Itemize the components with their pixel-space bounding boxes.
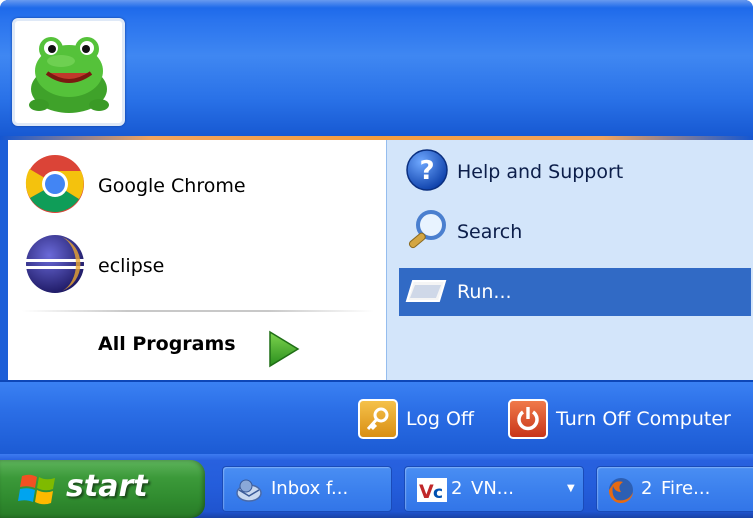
search-label: Search <box>457 221 523 243</box>
run-icon <box>405 273 449 311</box>
help-and-support-item[interactable]: ? Help and Support <box>399 148 751 196</box>
group-dropdown-icon[interactable]: ▼ <box>567 483 575 494</box>
firefox-icon <box>607 476 635 508</box>
taskbar-button-count: 2 <box>451 478 463 499</box>
start-menu: Google Chrome eclipse All Programs ? Hel… <box>0 0 753 454</box>
taskbar-button-firefox[interactable]: 2 Fire... <box>596 466 753 512</box>
key-icon <box>358 399 398 439</box>
user-avatar[interactable] <box>12 18 125 126</box>
start-button[interactable]: start <box>0 460 205 518</box>
eclipse-icon <box>24 233 86 299</box>
mail-icon <box>235 477 263 507</box>
chrome-icon <box>24 153 86 219</box>
pinned-programs-pane: Google Chrome eclipse All Programs <box>8 140 386 380</box>
run-item[interactable]: Run... <box>399 268 751 316</box>
svg-text:c: c <box>433 483 443 502</box>
taskbar-button-count: 2 <box>641 478 653 499</box>
start-label: start <box>66 469 148 504</box>
turn-off-computer-label: Turn Off Computer <box>556 408 731 430</box>
pinned-item-label: Google Chrome <box>98 175 246 197</box>
log-off-label: Log Off <box>406 408 475 430</box>
all-programs-label: All Programs <box>98 333 236 355</box>
taskbar-button-vnc[interactable]: V c 2 VN... ▼ <box>404 466 584 512</box>
places-pane: ? Help and Support Search Run... <box>386 140 753 380</box>
pinned-item-eclipse[interactable]: eclipse <box>8 230 386 302</box>
taskbar-button-label: Inbox f... <box>271 478 349 499</box>
windows-logo-icon <box>18 472 58 512</box>
all-programs-button[interactable]: All Programs <box>78 320 378 368</box>
help-icon: ? <box>405 148 449 196</box>
taskbar-button-inbox[interactable]: Inbox f... <box>222 466 392 512</box>
search-icon <box>405 207 451 257</box>
power-icon <box>508 399 548 439</box>
taskbar-button-label: Fire... <box>661 478 711 499</box>
programs-divider <box>22 310 374 312</box>
taskbar: start Inbox f... V c 2 VN... ▼ 2 Fire... <box>0 454 753 518</box>
pinned-item-chrome[interactable]: Google Chrome <box>8 150 386 222</box>
pinned-item-label: eclipse <box>98 255 165 277</box>
start-menu-footer: Log Off Turn Off Computer <box>0 380 753 454</box>
svg-text:V: V <box>419 481 434 502</box>
turn-off-computer-button[interactable]: Turn Off Computer <box>508 398 731 440</box>
arrow-right-icon <box>266 330 300 372</box>
run-label: Run... <box>457 281 512 303</box>
search-item[interactable]: Search <box>399 208 751 256</box>
vnc-icon: V c <box>417 478 447 506</box>
frog-avatar-icon <box>28 37 109 113</box>
taskbar-button-label: VN... <box>471 478 514 499</box>
log-off-button[interactable]: Log Off <box>358 398 474 440</box>
svg-text:?: ? <box>419 156 434 186</box>
help-and-support-label: Help and Support <box>457 161 624 183</box>
